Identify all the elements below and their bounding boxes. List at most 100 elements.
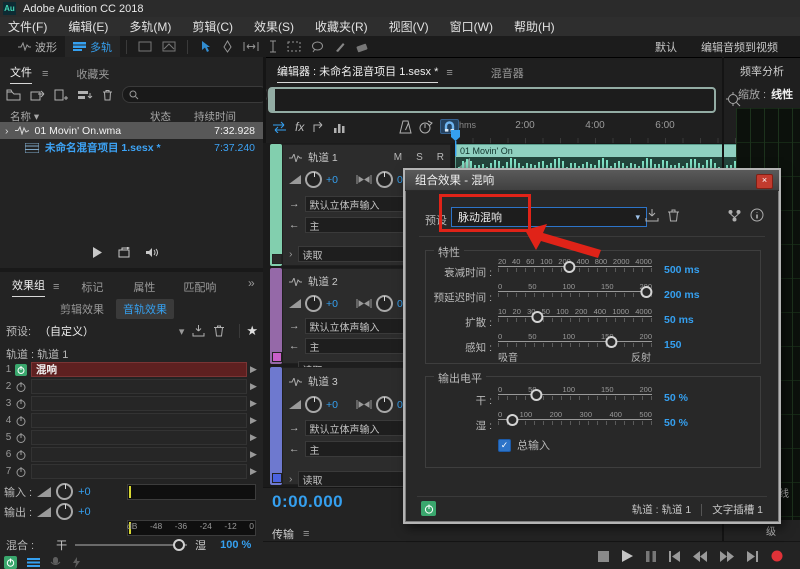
delete-preset-icon[interactable]	[214, 325, 224, 337]
rack-monitor-input-icon[interactable]	[50, 557, 62, 568]
fast-forward-button[interactable]	[720, 551, 734, 562]
track-volume-knob[interactable]	[305, 171, 322, 188]
play-button[interactable]	[622, 550, 633, 562]
save-preset-icon[interactable]	[645, 209, 659, 222]
tab-overflow-icon[interactable]: »	[248, 276, 255, 290]
timeline-ruler[interactable]: hms 2:00 4:00 6:00	[455, 118, 775, 144]
razor-tool-icon[interactable]	[222, 40, 233, 53]
ibeam-tool-icon[interactable]	[269, 40, 277, 53]
effect-slot-name[interactable]: 混响	[31, 362, 247, 377]
tab-editor[interactable]: 编辑器 : 未命名混音项目 1.sesx *	[277, 63, 438, 83]
import-file-icon[interactable]	[30, 89, 45, 101]
workspace-default-button[interactable]: 默认	[643, 39, 689, 55]
rack-power-icon[interactable]	[4, 556, 17, 569]
menu-multitrack[interactable]: 多轨(M)	[129, 18, 171, 35]
slip-tool-icon[interactable]	[243, 41, 259, 52]
delete-file-icon[interactable]	[102, 89, 113, 101]
pre-delay-slider[interactable]	[498, 291, 652, 297]
spectral-display-icon[interactable]	[138, 41, 152, 52]
menu-edit[interactable]: 编辑(E)	[68, 18, 108, 35]
dry-slider[interactable]	[498, 394, 652, 400]
decay-time-slider[interactable]	[498, 266, 652, 272]
marquee-tool-icon[interactable]	[287, 41, 301, 52]
auto-play-speaker-icon[interactable]	[146, 247, 159, 258]
power-icon[interactable]	[15, 449, 27, 461]
slot-menu-icon[interactable]: ▶	[250, 432, 260, 443]
file-row-wma[interactable]: › 01 Movin' On.wma 7:32.928	[0, 122, 263, 139]
solo-button[interactable]: S	[416, 152, 423, 163]
slot-menu-icon[interactable]: ▶	[250, 398, 260, 409]
lasso-tool-icon[interactable]	[311, 41, 324, 53]
track-pan-knob[interactable]	[376, 295, 393, 312]
menu-favorites[interactable]: 收藏夹(R)	[315, 18, 368, 35]
effect-slot-3[interactable]: 3▶	[2, 396, 260, 411]
new-item-icon[interactable]	[54, 89, 68, 101]
delete-preset-icon[interactable]	[668, 209, 679, 222]
file-row-session[interactable]: 未命名混音项目 1.sesx * 7:37.240	[0, 139, 263, 156]
effect-slot-7[interactable]: 7▶	[2, 464, 260, 479]
info-icon[interactable]	[750, 208, 764, 222]
tab-match-loudness[interactable]: 匹配响	[183, 279, 216, 295]
track-pan-knob[interactable]	[376, 396, 393, 413]
overview-navigator[interactable]	[268, 87, 716, 113]
pitch-display-icon[interactable]	[162, 41, 176, 52]
slot-menu-icon[interactable]: ▶	[250, 415, 260, 426]
arm-record-button[interactable]: R	[437, 152, 444, 163]
tab-transport[interactable]: 传输	[272, 526, 294, 542]
power-icon[interactable]	[15, 398, 27, 410]
navigator-left-handle[interactable]	[269, 88, 275, 112]
track-name[interactable]: 轨道 1	[308, 150, 388, 165]
effects-panel-menu-icon[interactable]: ≡	[53, 281, 59, 293]
stop-button[interactable]	[598, 551, 609, 562]
eq-toggle-icon[interactable]	[333, 121, 346, 133]
workspace-edit-audio-video-button[interactable]: 编辑音频到视频	[689, 39, 790, 55]
tab-frequency-analysis[interactable]: 频率分析	[740, 63, 784, 79]
metronome-icon[interactable]	[399, 120, 412, 134]
open-file-icon[interactable]	[6, 89, 21, 101]
insert-into-multitrack-icon[interactable]	[77, 89, 93, 101]
output-gain-knob[interactable]	[56, 503, 73, 520]
loop-preview-icon[interactable]	[118, 247, 130, 258]
punch-record-icon[interactable]	[419, 120, 433, 134]
tab-effects-rack[interactable]: 效果组	[12, 277, 45, 297]
freq-scale-value[interactable]: 线性	[771, 86, 793, 102]
sum-inputs-checkbox[interactable]: ✓	[498, 439, 511, 452]
mute-button[interactable]: M	[394, 152, 402, 163]
dialog-title-bar[interactable]: 组合效果 - 混响 ×	[405, 170, 779, 191]
power-icon[interactable]	[15, 364, 27, 376]
tab-markers[interactable]: 标记	[81, 279, 103, 295]
go-to-end-button[interactable]	[747, 551, 758, 562]
menu-help[interactable]: 帮助(H)	[514, 18, 555, 35]
eraser-tool-icon[interactable]	[356, 41, 368, 53]
waveform-view-button[interactable]: 波形	[10, 36, 65, 57]
track-1-color-strip[interactable]	[270, 144, 282, 266]
effect-slot-5[interactable]: 5▶	[2, 430, 260, 445]
effect-slot-1[interactable]: 1 混响 ▶	[2, 362, 260, 377]
brush-tool-icon[interactable]	[334, 41, 346, 53]
perception-slider[interactable]	[498, 341, 652, 347]
power-icon[interactable]	[15, 432, 27, 444]
track-volume-knob[interactable]	[305, 396, 322, 413]
menu-file[interactable]: 文件(F)	[8, 18, 47, 35]
rack-list-icon[interactable]	[27, 557, 40, 568]
go-to-start-button[interactable]	[669, 551, 680, 562]
playhead[interactable]	[450, 130, 461, 156]
input-gain-knob[interactable]	[56, 483, 73, 500]
subtab-clip-effects[interactable]: 剪辑效果	[60, 301, 104, 317]
track-2-color-strip[interactable]	[270, 268, 282, 364]
subtab-track-effects[interactable]: 音轨效果	[116, 299, 174, 319]
favorite-star-icon[interactable]: ★	[246, 323, 258, 339]
dialog-close-button[interactable]: ×	[756, 174, 773, 189]
move-tool-icon[interactable]	[199, 40, 212, 53]
files-search-input[interactable]	[122, 86, 268, 103]
rack-prerender-icon[interactable]	[72, 557, 81, 568]
track-pan-knob[interactable]	[376, 171, 393, 188]
save-preset-icon[interactable]	[192, 325, 205, 337]
rewind-button[interactable]	[693, 551, 707, 562]
diffusion-slider[interactable]	[498, 316, 652, 322]
slot-menu-icon[interactable]: ▶	[250, 381, 260, 392]
tab-files[interactable]: 文件	[10, 64, 32, 84]
slot-menu-icon[interactable]: ▶	[250, 466, 260, 477]
menu-clip[interactable]: 剪辑(C)	[192, 18, 233, 35]
io-toggle-icon[interactable]	[272, 121, 287, 133]
